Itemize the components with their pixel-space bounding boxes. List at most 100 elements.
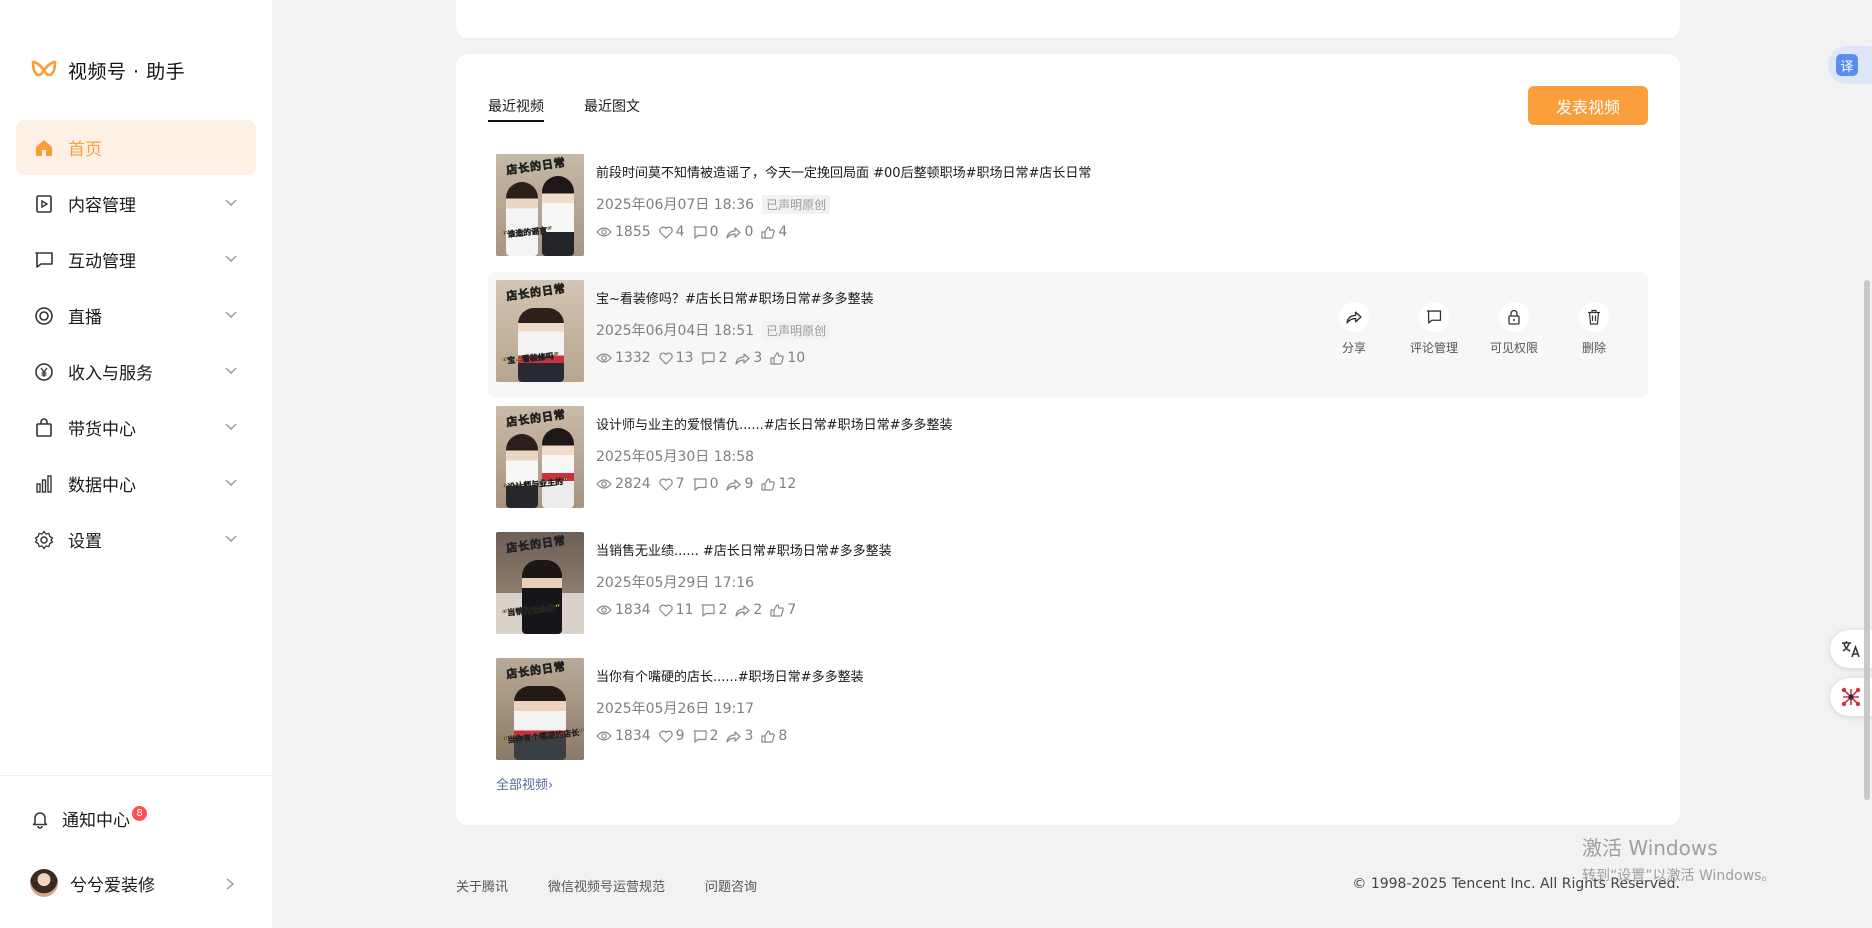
video-row[interactable]: 店长的日常 “设计师与业主的” 设计师与业主的爱恨情仇......#店长日常#职…	[488, 398, 1648, 524]
video-stats: 1332 13 2 3 10	[596, 350, 874, 366]
comment-count: 2	[718, 602, 728, 618]
video-date: 2025年06月04日 18:51	[596, 323, 755, 339]
scrollbar[interactable]	[1864, 280, 1870, 800]
video-meta: 当你有个嘴硬的店长......#职场日常#多多整装 2025年05月26日 19…	[596, 668, 864, 744]
language-icon	[1842, 641, 1860, 658]
comment-icon	[1419, 302, 1449, 332]
chevron-down-icon	[225, 535, 237, 542]
action-label: 评论管理	[1409, 341, 1458, 355]
thumbs-count: 10	[787, 350, 806, 366]
windows-activation-watermark: 激活 Windows 转到“设置”以激活 Windows。	[1582, 832, 1775, 885]
user-profile[interactable]: 兮兮爱装修	[30, 869, 235, 897]
comment-icon	[692, 729, 707, 743]
yen-icon	[32, 360, 56, 384]
sidebar-item-data[interactable]: 数据中心	[16, 456, 256, 511]
share-icon	[726, 478, 742, 491]
eye-icon	[596, 479, 612, 489]
video-thumbnail[interactable]: 店长的日常 “谁造的谣言”	[496, 154, 584, 256]
share-icon	[735, 604, 750, 617]
recent-content-card: 最近视频 最近图文 发表视频 店长的日常 “谁造的谣言” 前段时间莫不知情被造谣…	[456, 54, 1680, 825]
video-thumbnail[interactable]: 店长的日常 “宝~看装修吗”	[496, 280, 584, 382]
thumbs-count: 7	[787, 602, 797, 618]
sidebar-item-home[interactable]: 首页	[16, 120, 256, 175]
watermark-subtitle: 转到“设置”以激活 Windows。	[1582, 868, 1776, 884]
footer-link-help[interactable]: 问题咨询	[705, 876, 757, 895]
video-title[interactable]: 宝~看装修吗？#店长日常#职场日常#多多整装	[596, 290, 874, 310]
network-icon	[1841, 687, 1861, 707]
gear-icon	[32, 528, 56, 552]
translate-button[interactable]: 译	[1828, 46, 1872, 84]
like-count: 4	[675, 224, 685, 240]
share-icon	[726, 730, 742, 743]
lock-icon	[1499, 302, 1529, 332]
heart-icon	[658, 730, 673, 743]
video-thumbnail[interactable]: 店长的日常 “当销售无业绩”	[496, 532, 584, 634]
like-count: 11	[675, 602, 694, 618]
heart-icon	[658, 352, 673, 365]
sidebar-item-commerce[interactable]: 带货中心	[16, 400, 256, 455]
heart-icon	[658, 478, 673, 491]
view-count: 2824	[615, 476, 651, 492]
chart-icon	[32, 472, 56, 496]
original-badge: 已声明原创	[762, 194, 831, 214]
footer-link-rules[interactable]: 微信视频号运营规范	[548, 876, 665, 895]
all-videos-link[interactable]: 全部视频›	[496, 774, 553, 793]
sidebar-item-label: 内容管理	[68, 196, 136, 216]
publish-video-button[interactable]: 发表视频	[1528, 86, 1648, 125]
sidebar-item-income[interactable]: 收入与服务	[16, 344, 256, 399]
sidebar-item-content[interactable]: 内容管理	[16, 176, 256, 231]
comment-icon	[692, 225, 707, 239]
eye-icon	[596, 731, 612, 741]
notification-center[interactable]: 通知中心 8	[30, 806, 147, 831]
comment-count: 2	[718, 350, 728, 366]
sidebar: 视频号 · 助手 首页 内容管理 互动管理 直播 收入与服务 带货中心 数据中心…	[0, 0, 272, 928]
brand[interactable]: 视频号 · 助手	[30, 56, 185, 84]
video-row[interactable]: 店长的日常 “当你有个嘴硬的店长” 当你有个嘴硬的店长......#职场日常#多…	[488, 650, 1648, 776]
video-meta: 宝~看装修吗？#店长日常#职场日常#多多整装 2025年06月04日 18:51…	[596, 290, 874, 366]
delete-button[interactable]: 删除	[1554, 302, 1634, 356]
share-action-button[interactable]: 分享	[1314, 302, 1394, 356]
eye-icon	[596, 605, 612, 615]
content-tabs: 最近视频 最近图文	[488, 96, 680, 122]
translate-icon: 译	[1836, 54, 1858, 76]
video-row[interactable]: 店长的日常 “当销售无业绩” 当销售无业绩...... #店长日常#职场日常#多…	[488, 524, 1648, 650]
sidebar-item-label: 带货中心	[68, 420, 136, 440]
video-title[interactable]: 前段时间莫不知情被造谣了，今天一定挽回局面 #00后整顿职场#职场日常#店长日常	[596, 164, 1091, 184]
video-row[interactable]: 店长的日常 “谁造的谣言” 前段时间莫不知情被造谣了，今天一定挽回局面 #00后…	[488, 146, 1648, 272]
comment-icon	[32, 248, 56, 272]
chevron-down-icon	[225, 255, 237, 262]
thumbs-up-icon	[761, 225, 776, 239]
tab-recent-posts[interactable]: 最近图文	[584, 96, 640, 122]
sidebar-item-interaction[interactable]: 互动管理	[16, 232, 256, 287]
footer: 关于腾讯 微信视频号运营规范 问题咨询 © 1998-2025 Tencent …	[456, 876, 1680, 895]
comment-management-button[interactable]: 评论管理	[1394, 302, 1474, 356]
comment-icon	[701, 603, 716, 617]
video-row[interactable]: 店长的日常 “宝~看装修吗” 宝~看装修吗？#店长日常#职场日常#多多整装 20…	[488, 272, 1648, 398]
sidebar-item-live[interactable]: 直播	[16, 288, 256, 343]
channels-logo-icon	[31, 60, 57, 77]
app-title: 视频号 · 助手	[68, 60, 186, 83]
comment-count: 0	[709, 476, 719, 492]
eye-icon	[596, 353, 612, 363]
visibility-button[interactable]: 可见权限	[1474, 302, 1554, 356]
video-title[interactable]: 当你有个嘴硬的店长......#职场日常#多多整装	[596, 668, 864, 688]
view-count: 1332	[615, 350, 651, 366]
video-meta: 设计师与业主的爱恨情仇......#店长日常#职场日常#多多整装 2025年05…	[596, 416, 952, 492]
tab-recent-videos[interactable]: 最近视频	[488, 96, 544, 122]
home-icon	[32, 136, 56, 160]
thumbs-up-icon	[770, 351, 785, 365]
notification-label: 通知中心	[62, 811, 130, 831]
chevron-down-icon	[225, 199, 237, 206]
footer-link-about[interactable]: 关于腾讯	[456, 876, 508, 895]
video-title[interactable]: 设计师与业主的爱恨情仇......#店长日常#职场日常#多多整装	[596, 416, 952, 436]
video-thumbnail[interactable]: 店长的日常 “设计师与业主的”	[496, 406, 584, 508]
video-title[interactable]: 当销售无业绩...... #店长日常#职场日常#多多整装	[596, 542, 892, 562]
action-label: 删除	[1581, 341, 1606, 355]
action-label: 分享	[1341, 341, 1366, 355]
thumbs-count: 4	[778, 224, 788, 240]
video-thumbnail[interactable]: 店长的日常 “当你有个嘴硬的店长”	[496, 658, 584, 760]
video-stats: 1834 9 2 3 8	[596, 728, 864, 744]
share-count: 3	[744, 728, 754, 744]
chevron-down-icon	[225, 479, 237, 486]
sidebar-item-settings[interactable]: 设置	[16, 512, 256, 567]
